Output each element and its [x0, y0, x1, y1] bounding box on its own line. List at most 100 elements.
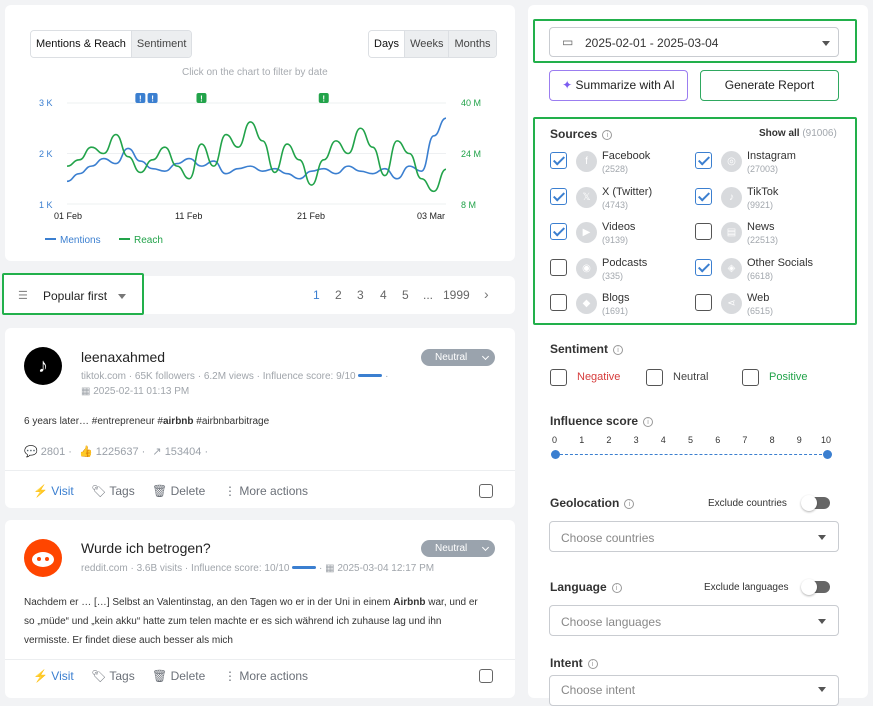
select-post-checkbox[interactable] [479, 484, 493, 498]
show-all-link[interactable]: Show all (91006) [759, 128, 837, 139]
legend-mentions[interactable]: Mentions [45, 235, 101, 246]
tags-button[interactable]: 🏷 Tags [91, 669, 135, 683]
legend-reach[interactable]: Reach [119, 235, 163, 246]
chevron-down-icon [822, 41, 830, 46]
post-author[interactable]: leenaxahmed [81, 349, 165, 365]
divider [5, 659, 515, 660]
select-post-checkbox[interactable] [479, 669, 493, 683]
legend-label: Mentions [60, 235, 101, 246]
positive-label: Positive [769, 371, 808, 383]
delete-button[interactable]: 🗑 Delete [152, 669, 205, 683]
exclude-languages-toggle[interactable] [801, 579, 830, 595]
line-chart[interactable]: !!!! [5, 5, 515, 261]
reddit-avatar-icon [24, 539, 62, 577]
post-source[interactable]: reddit.com [81, 563, 128, 574]
source-name: Instagram [747, 150, 796, 162]
source-checkbox[interactable] [550, 294, 567, 311]
generate-report-button[interactable]: Generate Report [700, 70, 839, 101]
post-meta: tiktok.com · 65K followers · 6.2M views … [81, 371, 389, 382]
post-date-text: 2025-02-11 01:13 PM [93, 386, 190, 397]
exclude-countries-label: Exclude countries [708, 498, 787, 509]
source-checkbox[interactable] [695, 223, 712, 240]
countries-select[interactable]: Choose countries [549, 521, 839, 552]
info-icon[interactable]: i [611, 583, 622, 593]
post-meta: reddit.com · 3.6B visits · Influence sco… [81, 563, 435, 574]
post-text: Nachdem er … […] Selbst an Valentinstag,… [24, 593, 478, 650]
post-text-line: vermisste. Er findet diese auch besser a… [24, 635, 233, 646]
source-checkbox[interactable] [695, 258, 712, 276]
chart-card: Mentions & Reach Sentiment Days Weeks Mo… [5, 5, 515, 261]
flag-marker-icon[interactable]: ! [135, 93, 146, 104]
source-checkbox[interactable] [550, 223, 567, 240]
sentiment-badge[interactable]: Neutral [421, 349, 495, 366]
info-icon[interactable]: i [602, 130, 613, 140]
source-count: (27003) [747, 164, 779, 174]
info-icon[interactable]: i [587, 659, 598, 669]
flag-marker-icon[interactable]: ! [318, 93, 329, 104]
source-checkbox[interactable] [550, 152, 567, 169]
flag-marker-icon[interactable]: ! [196, 93, 207, 104]
info-icon[interactable]: i [624, 499, 635, 509]
sparkle-icon: ✦ [562, 78, 573, 92]
show-all-count: (91006) [802, 128, 837, 139]
source-count: (9139) [602, 235, 629, 245]
info-icon[interactable]: i [643, 417, 654, 427]
more-actions-button[interactable]: ⋮ More actions [224, 669, 308, 683]
reach-line[interactable] [66, 121, 447, 193]
more-actions-button[interactable]: ⋮ More actions [224, 484, 308, 498]
source-name: Web [747, 292, 770, 304]
visit-button[interactable]: ⚡ Visit [33, 484, 74, 498]
neutral-checkbox[interactable] [646, 369, 663, 386]
negative-checkbox[interactable] [550, 369, 567, 386]
info-icon[interactable]: i [613, 345, 624, 355]
positive-checkbox[interactable] [742, 369, 759, 386]
post-date-text: 2025-03-04 12:17 PM [337, 563, 435, 574]
languages-select[interactable]: Choose languages [549, 605, 839, 636]
x-twitter-icon: 𝕏 [576, 186, 597, 208]
svg-text:!: ! [139, 95, 142, 104]
tag-icon: 🏷 [91, 484, 107, 498]
source-checkbox[interactable] [550, 258, 567, 276]
tag-icon: 🏷 [91, 669, 107, 683]
page-last[interactable]: 1999 [443, 288, 470, 302]
post-text-pre: Nachdem er … […] Selbst an Valentinstag,… [24, 597, 394, 608]
post-date: ▦ 2025-02-11 01:13 PM [81, 386, 189, 397]
influence-slider-handle-min[interactable] [551, 450, 560, 459]
more-label: More actions [239, 484, 309, 498]
page-5[interactable]: 5 [402, 288, 409, 302]
date-range-field[interactable]: ▭ 2025-02-01 - 2025-03-04 [549, 27, 839, 57]
legend-label: Reach [134, 235, 163, 246]
exclude-countries-toggle[interactable] [801, 495, 830, 511]
svg-text:!: ! [322, 95, 325, 104]
sentiment-badge[interactable]: Neutral [421, 540, 495, 557]
intent-select[interactable]: Choose intent [549, 675, 839, 706]
influence-slider-track[interactable] [555, 454, 827, 455]
post-source[interactable]: tiktok.com [81, 371, 126, 382]
comment-count: 2801 [40, 446, 66, 458]
post-followers: 65K followers [134, 371, 195, 382]
page-4[interactable]: 4 [380, 288, 387, 302]
other-socials-icon: ◈ [721, 257, 742, 279]
sort-dropdown[interactable]: ☰ Popular first [2, 273, 144, 315]
tags-label: Tags [109, 484, 135, 498]
comment-icon: 💬 [24, 446, 38, 458]
influence-slider-handle-max[interactable] [823, 450, 832, 459]
visit-button[interactable]: ⚡ Visit [33, 669, 74, 683]
source-checkbox[interactable] [695, 187, 712, 205]
source-checkbox[interactable] [695, 294, 712, 311]
next-page-icon[interactable]: › [484, 286, 489, 302]
chevron-down-icon [118, 294, 126, 299]
post-title[interactable]: Wurde ich betrogen? [81, 540, 211, 556]
page-1[interactable]: 1 [313, 288, 320, 302]
source-checkbox[interactable] [695, 152, 712, 169]
source-checkbox[interactable] [550, 187, 567, 205]
flag-marker-icon[interactable]: ! [147, 93, 158, 104]
tags-button[interactable]: 🏷 Tags [91, 484, 135, 498]
delete-button[interactable]: 🗑 Delete [152, 484, 205, 498]
page-3[interactable]: 3 [357, 288, 364, 302]
page-2[interactable]: 2 [335, 288, 342, 302]
chevron-down-icon [818, 619, 826, 624]
summarize-ai-button[interactable]: ✦ Summarize with AI [549, 70, 688, 101]
influence-tick: 0 [552, 435, 558, 445]
influence-tick: 6 [715, 435, 721, 445]
